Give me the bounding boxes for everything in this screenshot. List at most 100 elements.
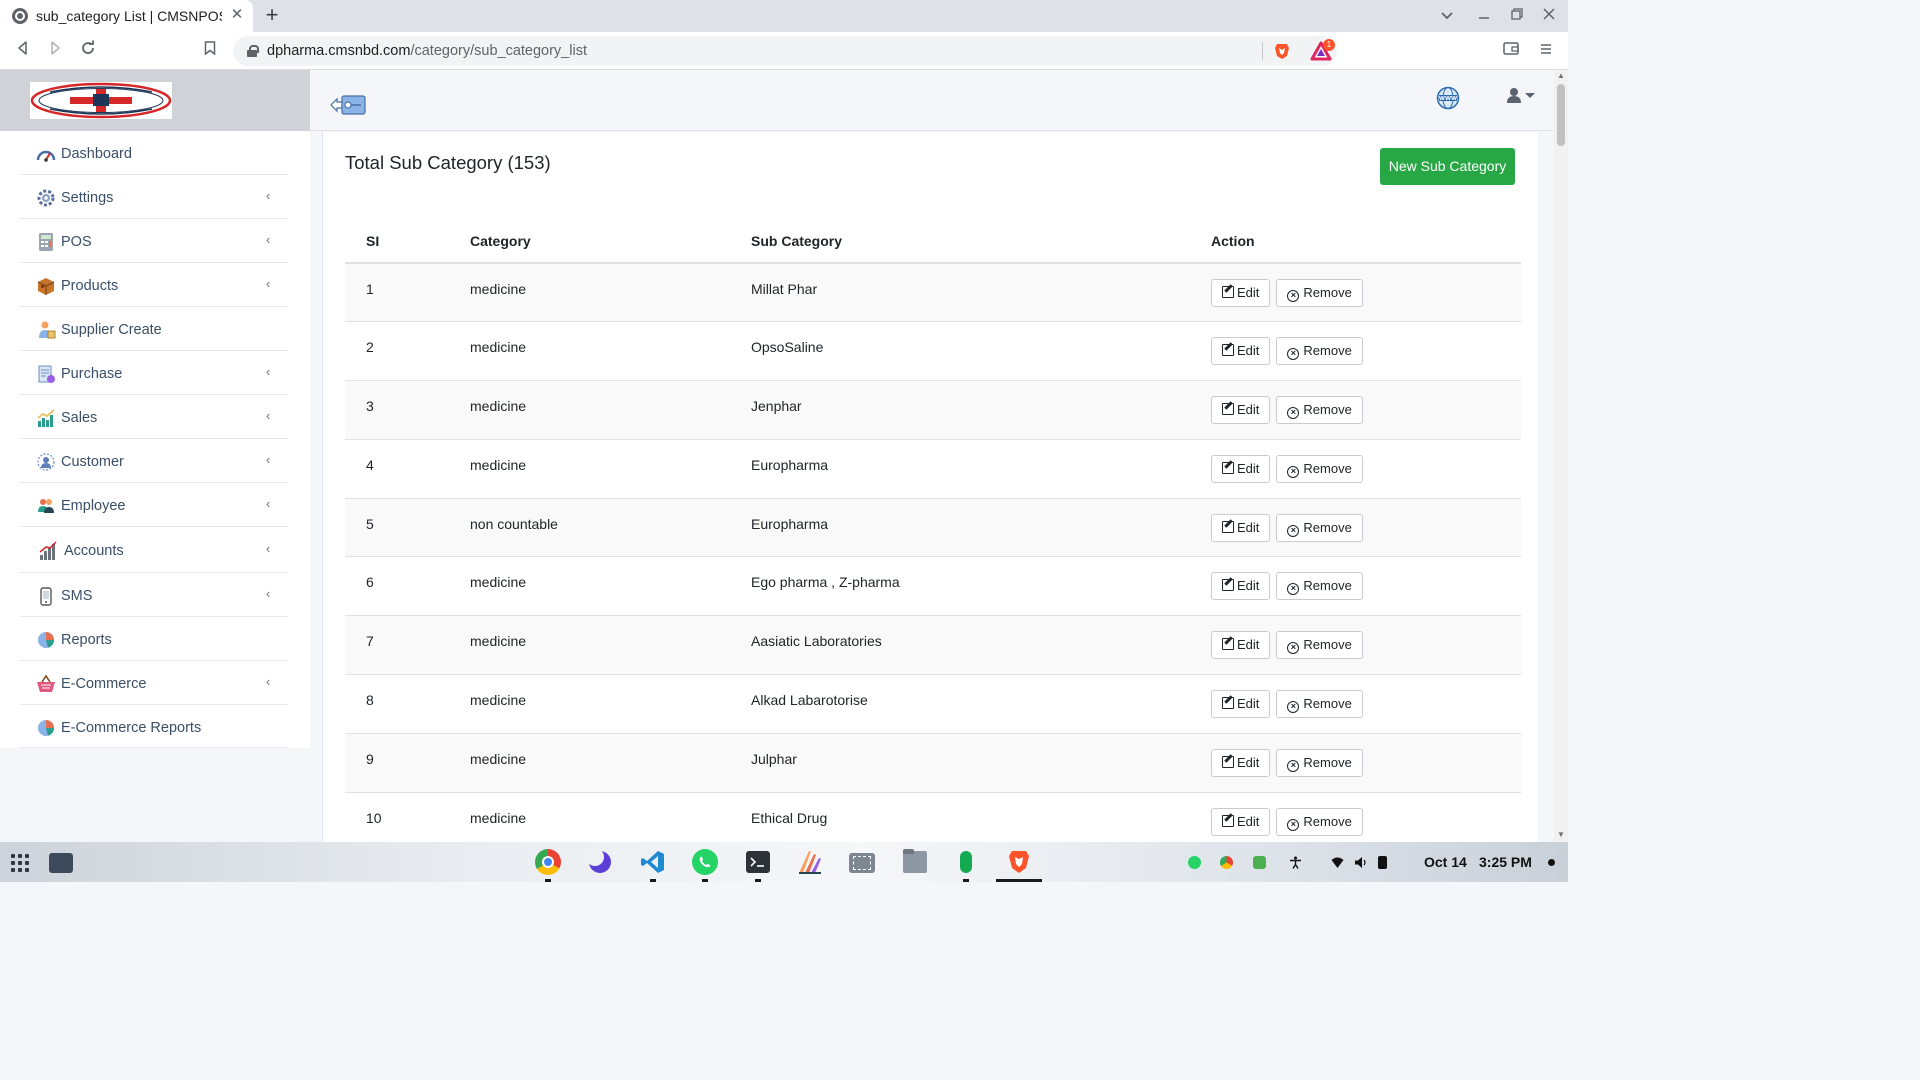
sub-category-value: Ethical Drug	[751, 809, 828, 826]
tray-check-icon[interactable]	[1253, 856, 1266, 869]
remove-button[interactable]: × Remove	[1276, 631, 1363, 660]
scroll-down-icon[interactable]: ▼	[1557, 831, 1565, 839]
terminal-icon[interactable]	[746, 851, 770, 873]
sidebar-item-sms[interactable]: SMS ‹	[20, 573, 288, 617]
sidebar-item-sales[interactable]: Sales ‹	[20, 395, 288, 439]
files-window-icon[interactable]	[49, 853, 73, 873]
remove-button[interactable]: × Remove	[1276, 572, 1363, 601]
table-row: 3 medicine Jenphar Edit × Remove	[345, 380, 1521, 440]
sidebar-toggle-icon[interactable]	[330, 94, 366, 116]
table-body: 1 medicine Millat Phar Edit × Remove 2 medicine…	[345, 263, 1521, 842]
minimize-icon[interactable]	[1474, 5, 1494, 25]
remove-button[interactable]: × Remove	[1276, 748, 1363, 777]
scroll-up-icon[interactable]: ▲	[1557, 72, 1565, 80]
bookmark-icon[interactable]	[199, 40, 221, 62]
mongodb-icon[interactable]	[960, 851, 972, 873]
volume-icon[interactable]	[1354, 856, 1367, 869]
remove-button[interactable]: × Remove	[1276, 807, 1363, 836]
sidebar-item-label: Employee	[61, 498, 126, 514]
sidebar-item-e-commerce-reports[interactable]: E-Commerce Reports	[20, 705, 288, 748]
edit-button[interactable]: Edit	[1211, 513, 1271, 542]
notification-dot-icon[interactable]	[1548, 859, 1555, 866]
edit-button[interactable]: Edit	[1211, 572, 1271, 601]
edit-button[interactable]: Edit	[1211, 454, 1271, 483]
sidebar-item-purchase[interactable]: Purchase ‹	[20, 351, 288, 395]
category-value: medicine	[470, 750, 527, 767]
battery-icon[interactable]	[1378, 856, 1387, 869]
sidebar-item-supplier-create[interactable]: Supplier Create	[20, 307, 288, 351]
edit-button[interactable]: Edit	[1211, 631, 1271, 660]
edit-button[interactable]: Edit	[1211, 278, 1271, 307]
website-icon[interactable]: WWW	[1436, 86, 1460, 110]
edit-button[interactable]: Edit	[1211, 337, 1271, 366]
gear-icon	[36, 188, 56, 208]
new-sub-category-button[interactable]: New Sub Category	[1380, 148, 1515, 185]
column-header-category: Category	[470, 220, 751, 264]
sidebar-item-products[interactable]: Products ‹	[20, 263, 288, 307]
brand-bar	[0, 70, 310, 131]
sidebar-item-e-commerce[interactable]: E-Commerce ‹	[20, 661, 288, 705]
sidebar-item-settings[interactable]: Settings ‹	[20, 175, 288, 219]
reload-icon[interactable]	[77, 40, 99, 62]
night-app-icon[interactable]	[586, 848, 611, 873]
accessibility-icon[interactable]	[1289, 856, 1302, 869]
page-scrollbar[interactable]: ▲ ▼	[1554, 70, 1568, 842]
remove-button[interactable]: × Remove	[1276, 513, 1363, 542]
edit-button[interactable]: Edit	[1211, 748, 1271, 777]
remove-label: Remove	[1303, 578, 1352, 594]
page-title: Total Sub Category (153)	[345, 152, 551, 173]
files-icon[interactable]	[903, 849, 927, 873]
cell-si: 7	[345, 615, 470, 676]
edit-button[interactable]: Edit	[1211, 395, 1271, 424]
edit-button[interactable]: Edit	[1211, 689, 1271, 718]
url-text[interactable]: dpharma.cmsnbd.com/category/sub_category…	[267, 43, 587, 59]
brand-logo[interactable]	[30, 82, 172, 119]
sidebar-item-employee[interactable]: Employee ‹	[20, 483, 288, 527]
remove-button[interactable]: × Remove	[1276, 689, 1363, 718]
user-dropdown[interactable]	[1506, 86, 1540, 106]
sidebar-item-reports[interactable]: Reports	[20, 617, 288, 661]
chrome-icon[interactable]	[535, 849, 561, 875]
si-value: 9	[366, 750, 374, 767]
column-header-si: SI	[345, 220, 470, 264]
new-tab-button[interactable]: +	[260, 3, 284, 27]
edit-button[interactable]: Edit	[1211, 807, 1271, 836]
restore-icon[interactable]	[1507, 5, 1527, 25]
tray-chrome-icon[interactable]	[1220, 856, 1233, 869]
clock-time[interactable]: 3:25 PM	[1479, 854, 1532, 870]
sidebar-item-label: Reports	[61, 632, 112, 648]
close-tab-icon[interactable]: ✕	[228, 6, 246, 24]
close-window-icon[interactable]	[1539, 5, 1559, 25]
scrollbar-thumb[interactable]	[1557, 84, 1565, 146]
tab-search-icon[interactable]	[1437, 5, 1457, 25]
tray-whatsapp-icon[interactable]	[1188, 856, 1201, 869]
vscode-icon[interactable]	[640, 849, 666, 875]
remove-button[interactable]: × Remove	[1276, 337, 1363, 366]
whatsapp-icon[interactable]	[692, 849, 718, 875]
menu-icon[interactable]	[1535, 40, 1557, 62]
sidebar-item-accounts[interactable]: Accounts ‹	[20, 527, 288, 573]
back-icon[interactable]	[12, 40, 34, 62]
forward-icon[interactable]	[44, 40, 66, 62]
sidebar-menu: Dashboard Settings ‹ POS ‹ Products ‹ Su…	[0, 131, 310, 748]
screenshot-icon[interactable]	[849, 853, 875, 873]
brave-shield-icon[interactable]	[1273, 42, 1291, 60]
sidebar-item-dashboard[interactable]: Dashboard	[20, 131, 288, 175]
clock-date[interactable]: Oct 14	[1424, 854, 1467, 870]
wallet-icon[interactable]	[1500, 40, 1522, 62]
design-app-icon[interactable]	[797, 849, 823, 875]
browser-tab[interactable]: sub_category List | CMSNPOS ✕	[0, 0, 253, 32]
cell-si: 8	[345, 674, 470, 734]
brave-icon[interactable]	[1006, 849, 1032, 875]
remove-button[interactable]: × Remove	[1276, 278, 1363, 307]
remove-button[interactable]: × Remove	[1276, 395, 1363, 424]
edit-label: Edit	[1237, 695, 1260, 711]
address-bar[interactable]: dpharma.cmsnbd.com/category/sub_category…	[233, 36, 1337, 66]
remove-button[interactable]: × Remove	[1276, 454, 1363, 483]
chevron-left-icon: ‹	[266, 674, 271, 689]
sidebar-item-pos[interactable]: POS ‹	[20, 219, 288, 263]
lock-icon[interactable]	[247, 45, 259, 57]
sidebar-item-customer[interactable]: Customer ‹	[20, 439, 288, 483]
app-launcher-icon[interactable]	[11, 854, 29, 872]
wifi-icon[interactable]	[1331, 856, 1344, 869]
